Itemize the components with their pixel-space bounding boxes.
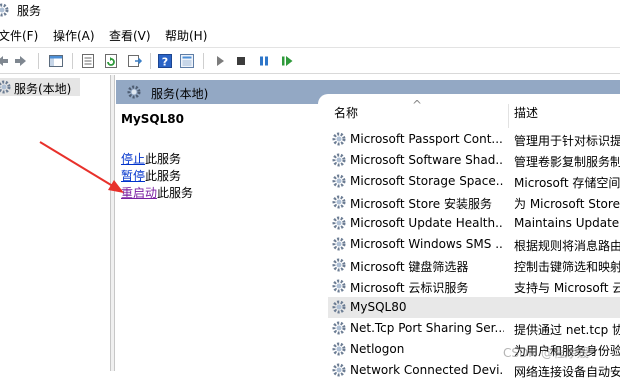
service-gear-icon (332, 342, 346, 356)
service-name-cell: Microsoft Storage Space... (350, 174, 504, 188)
service-name-cell: Microsoft 云标识服务 (350, 281, 469, 295)
service-description-cell: Maintains Update (514, 216, 620, 230)
service-name-cell: Microsoft 键盘筛选器 (350, 260, 469, 274)
column-header-description[interactable]: 描述 (514, 104, 538, 128)
service-gear-icon (332, 195, 346, 209)
service-description-cell: 提供通过 net.tcp 协 (514, 323, 620, 337)
service-description-cell: 管理用于针对标识提 (514, 134, 620, 148)
service-description-cell: Microsoft 存储空间 (514, 176, 620, 190)
service-name-cell: Microsoft Update Health... (350, 216, 504, 230)
service-name-cell: Microsoft Software Shad... (350, 153, 504, 167)
service-name-cell: Microsoft Store 安装服务 (350, 197, 492, 211)
service-row[interactable]: Net.Tcp Port Sharing Ser... 提供通过 net.tcp … (328, 318, 620, 339)
service-row[interactable]: Microsoft Software Shad... 管理卷影复制服务制 (328, 150, 620, 171)
service-gear-icon (332, 300, 346, 314)
services-list: 名称 ^ 描述 Microsoft Passport Cont... 管理用于针对… (318, 94, 620, 379)
service-row[interactable]: MySQL80 (328, 297, 620, 318)
service-description-cell: 为 Microsoft Store (514, 197, 620, 211)
service-gear-icon (332, 153, 346, 167)
service-gear-icon (332, 363, 346, 377)
service-row[interactable]: Microsoft Windows SMS ... 根据规则将消息路由 (328, 234, 620, 255)
service-gear-icon (332, 132, 346, 146)
service-gear-icon (332, 237, 346, 251)
service-description-cell: 根据规则将消息路由 (514, 239, 620, 253)
service-name-cell: Microsoft Passport Cont... (350, 132, 503, 146)
service-gear-icon (332, 258, 346, 272)
service-row[interactable]: Microsoft Storage Space... Microsoft 存储空间 (328, 171, 620, 192)
service-row[interactable]: Microsoft 键盘筛选器 控制击键筛选和映射 (328, 255, 620, 276)
sort-ascending-icon: ^ (412, 98, 423, 112)
service-row[interactable]: Microsoft Update Health... Maintains Upda… (328, 213, 620, 234)
service-name-cell: Net.Tcp Port Sharing Ser... (350, 321, 504, 335)
service-gear-icon (332, 279, 346, 293)
service-gear-icon (332, 216, 346, 230)
service-name-cell: Netlogon (350, 342, 405, 356)
service-row[interactable]: Microsoft Passport Cont... 管理用于针对标识提 (328, 129, 620, 150)
column-separator[interactable] (508, 104, 509, 128)
service-description-cell: 网络连接设备自动安 (514, 365, 620, 379)
service-gear-icon (332, 174, 346, 188)
service-description-cell: 支持与 Microsoft 云 (514, 281, 620, 295)
service-name-cell: MySQL80 (350, 300, 407, 314)
service-name-cell: Microsoft Windows SMS ... (350, 237, 504, 251)
service-gear-icon (332, 321, 346, 335)
service-row[interactable]: Microsoft Store 安装服务 为 Microsoft Store (328, 192, 620, 213)
service-description-cell: 管理卷影复制服务制 (514, 155, 620, 169)
service-description-cell: 控制击键筛选和映射 (514, 260, 620, 274)
watermark: CSDN @程序媛 (503, 346, 590, 360)
service-name-cell: Network Connected Devi... (350, 363, 504, 377)
service-row[interactable]: Microsoft 云标识服务 支持与 Microsoft 云 (328, 276, 620, 297)
column-header-name[interactable]: 名称 (334, 104, 358, 128)
